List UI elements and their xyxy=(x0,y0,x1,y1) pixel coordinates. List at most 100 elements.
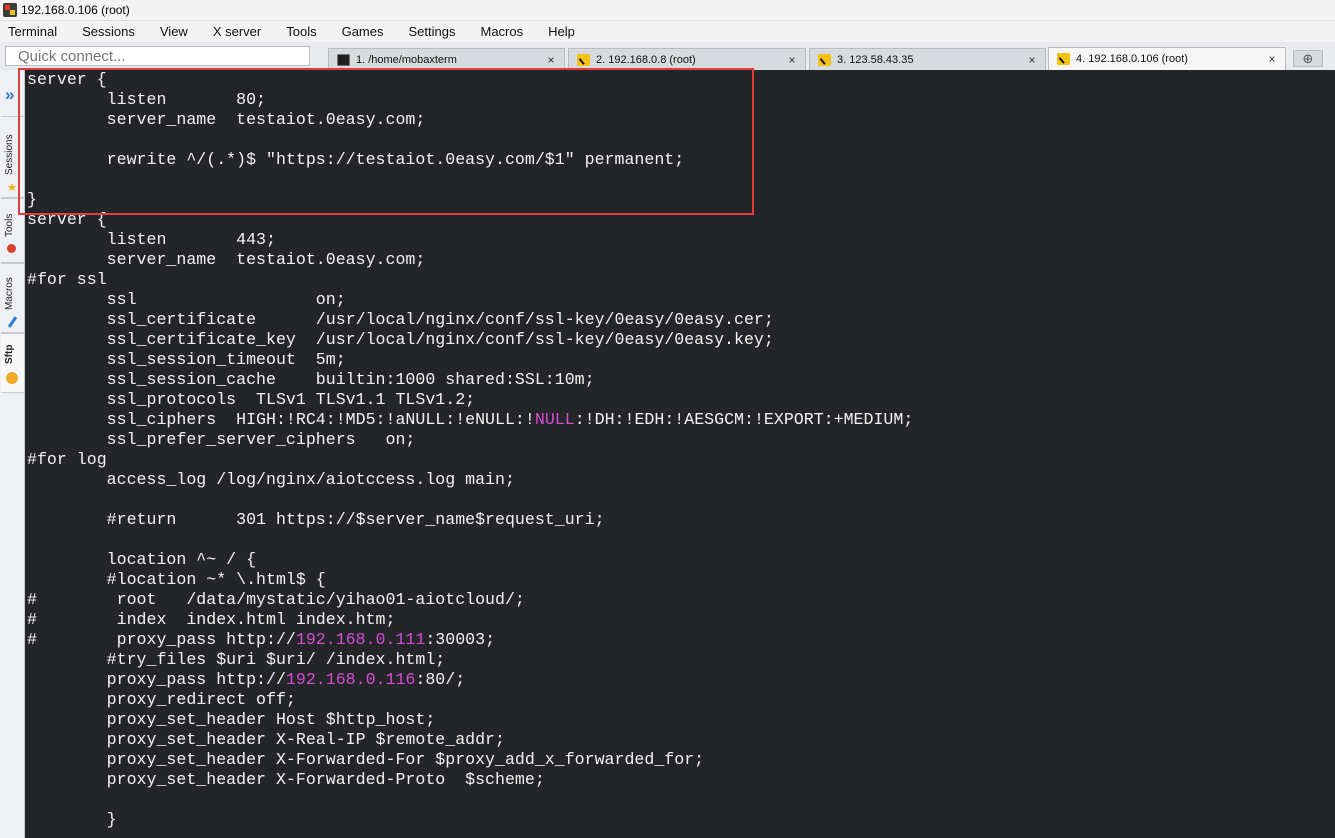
line-text: # proxy_pass http:// xyxy=(27,630,296,649)
line-text: listen 80; xyxy=(27,90,266,109)
terminal-line: ssl_ciphers HIGH:!RC4:!MD5:!aNULL:!eNULL… xyxy=(27,410,914,430)
menu-x-server[interactable]: X server xyxy=(213,24,261,39)
terminal-line: proxy_set_header X-Real-IP $remote_addr; xyxy=(27,730,913,750)
line-text: server { xyxy=(27,210,107,229)
line-text: ssl_protocols TLSv1 TLSv1.1 TLSv1.2; xyxy=(27,390,476,409)
terminal-line: ssl_session_cache builtin:1000 shared:SS… xyxy=(27,370,913,390)
globe-icon xyxy=(6,372,18,384)
tab-label: 4. 192.168.0.106 (root) xyxy=(1076,53,1188,65)
terminal-line: ssl on; xyxy=(27,290,913,310)
menu-help[interactable]: Help xyxy=(548,24,575,39)
close-icon[interactable]: × xyxy=(1265,52,1279,66)
close-icon[interactable]: × xyxy=(785,53,799,67)
terminal-icon xyxy=(337,53,350,66)
line-text: proxy_set_header X-Real-IP $remote_addr; xyxy=(27,730,505,749)
sidebar-tab-sessions[interactable]: Sessions ★ xyxy=(1,116,24,198)
line-text: :!DH:!EDH:!AESGCM:!EXPORT:+MEDIUM; xyxy=(574,410,914,429)
title-bar: 192.168.0.106 (root) xyxy=(0,0,1335,21)
tab-session-1[interactable]: 1. /home/mobaxterm × xyxy=(328,48,565,70)
window-title: 192.168.0.106 (root) xyxy=(21,3,130,17)
sidebar-tab-sftp[interactable]: Sftp xyxy=(1,333,24,393)
tab-session-4[interactable]: 4. 192.168.0.106 (root) × xyxy=(1048,47,1286,70)
line-text: server { xyxy=(27,70,107,89)
sidebar-tab-label: Macros xyxy=(4,277,15,310)
terminal-line: ssl_certificate_key /usr/local/nginx/con… xyxy=(27,330,913,350)
terminal-line: #for ssl xyxy=(27,270,913,290)
menu-macros[interactable]: Macros xyxy=(480,24,523,39)
plus-icon: ⊕ xyxy=(1302,50,1314,66)
terminal-line: # root /data/mystatic/yihao01-aiotcloud/… xyxy=(27,590,913,610)
terminal-line: ssl_certificate /usr/local/nginx/conf/ss… xyxy=(27,310,913,330)
line-text: } xyxy=(27,810,117,829)
sidebar-tab-label: Sftp xyxy=(4,344,15,364)
line-text: :80/; xyxy=(415,670,466,689)
sidebar-tab-label: Tools xyxy=(4,213,15,237)
line-text: #return 301 https://$server_name$request… xyxy=(27,510,605,529)
terminal-line: proxy_redirect off; xyxy=(27,690,913,710)
line-text: location ^~ / { xyxy=(27,550,257,569)
terminal-line: } xyxy=(27,810,913,830)
line-text: ssl_prefer_server_ciphers on; xyxy=(27,430,416,449)
terminal-line: location ^~ / { xyxy=(27,550,913,570)
line-text: ssl_certificate /usr/local/nginx/conf/ss… xyxy=(27,310,774,329)
sidebar: » Sessions ★ Tools Macros Sftp xyxy=(0,70,25,838)
sidebar-tab-tools[interactable]: Tools xyxy=(1,198,24,263)
terminal-line: access_log /log/nginx/aiotccess.log main… xyxy=(27,470,913,490)
mobaxterm-logo-icon xyxy=(3,3,17,17)
tab-label: 3. 123.58.43.35 xyxy=(837,53,914,66)
quick-connect-input[interactable] xyxy=(5,46,310,66)
terminal-line: } xyxy=(27,190,913,210)
line-text: proxy_set_header X-Forwarded-For $proxy_… xyxy=(27,750,705,769)
menu-sessions[interactable]: Sessions xyxy=(82,24,135,39)
terminal-line: rewrite ^/(.*)$ "https://testaiot.0easy.… xyxy=(27,150,913,170)
line-text: # root /data/mystatic/yihao01-aiotcloud/… xyxy=(27,590,525,609)
terminal-line: ssl_session_timeout 5m; xyxy=(27,350,913,370)
tools-icon xyxy=(7,244,16,253)
line-text: # index index.html index.htm; xyxy=(27,610,396,629)
star-icon: ★ xyxy=(7,182,17,194)
line-text: :30003; xyxy=(425,630,496,649)
tab-strip: 1. /home/mobaxterm × 2. 192.168.0.8 (roo… xyxy=(0,42,1335,70)
menu-settings[interactable]: Settings xyxy=(409,24,456,39)
line-text: access_log /log/nginx/aiotccess.log main… xyxy=(27,470,515,489)
menu-view[interactable]: View xyxy=(160,24,188,39)
double-chevron-right-icon[interactable]: » xyxy=(5,86,14,103)
line-text: proxy_set_header Host $http_host; xyxy=(27,710,436,729)
ssh-icon xyxy=(1057,53,1070,65)
line-text: server_name testaiot.0easy.com; xyxy=(27,110,426,129)
line-text: #location ~* \.html$ { xyxy=(27,570,326,589)
menu-games[interactable]: Games xyxy=(342,24,384,39)
new-tab-button[interactable]: ⊕ xyxy=(1293,50,1323,67)
highlighted-token: 192.168.0.111 xyxy=(295,630,426,649)
line-text: ssl_ciphers HIGH:!RC4:!MD5:!aNULL:!eNULL… xyxy=(27,410,535,429)
tab-session-3[interactable]: 3. 123.58.43.35 × xyxy=(809,48,1046,70)
close-icon[interactable]: × xyxy=(1025,53,1039,67)
sidebar-tab-label: Sessions xyxy=(4,134,15,175)
terminal-line: # proxy_pass http://192.168.0.111:30003; xyxy=(27,630,913,650)
terminal-output[interactable]: server { listen 80; server_name testaiot… xyxy=(25,70,1335,838)
terminal-line: proxy_set_header X-Forwarded-For $proxy_… xyxy=(27,750,913,770)
line-text: ssl on; xyxy=(27,290,346,309)
tab-session-2[interactable]: 2. 192.168.0.8 (root) × xyxy=(568,48,806,70)
terminal-line: proxy_set_header Host $http_host; xyxy=(27,710,913,730)
close-icon[interactable]: × xyxy=(544,53,558,67)
ssh-icon xyxy=(577,53,590,66)
terminal-line: #location ~* \.html$ { xyxy=(27,570,913,590)
sidebar-tab-macros[interactable]: Macros xyxy=(1,263,24,333)
terminal-line: #for log xyxy=(27,450,913,470)
terminal-line: listen 80; xyxy=(27,90,913,110)
terminal-text: server { listen 80; server_name testaiot… xyxy=(27,70,913,830)
menu-tools[interactable]: Tools xyxy=(286,24,316,39)
terminal-line: #try_files $uri $uri/ /index.html; xyxy=(27,650,913,670)
menu-terminal[interactable]: Terminal xyxy=(8,24,57,39)
line-text: ssl_certificate_key /usr/local/nginx/con… xyxy=(27,330,774,349)
tab-label: 2. 192.168.0.8 (root) xyxy=(596,53,696,66)
terminal-line: ssl_prefer_server_ciphers on; xyxy=(27,430,913,450)
terminal-line: server_name testaiot.0easy.com; xyxy=(27,250,913,270)
line-text: proxy_set_header X-Forwarded-Proto $sche… xyxy=(27,770,545,789)
